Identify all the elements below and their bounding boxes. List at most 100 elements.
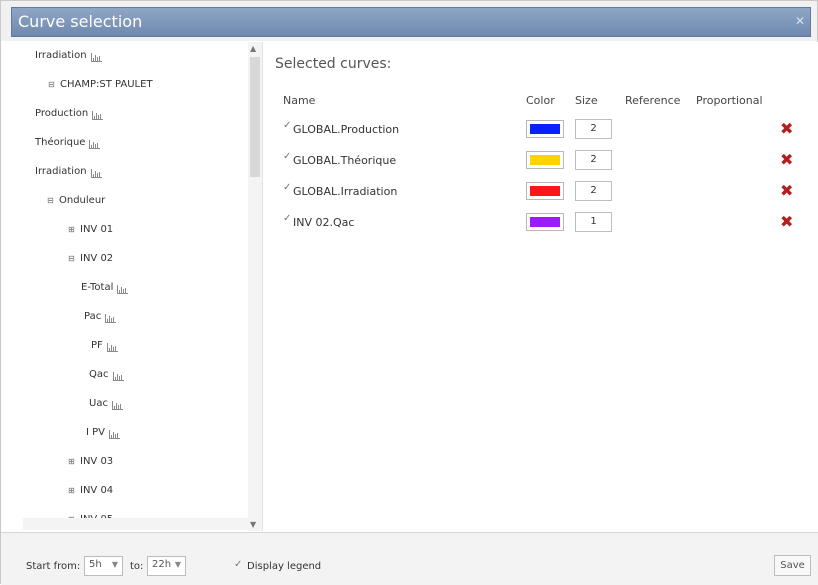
tree-item-label: Uac bbox=[89, 398, 108, 409]
close-icon[interactable]: ✕ bbox=[795, 14, 805, 28]
scroll-up-icon[interactable]: ▲ bbox=[250, 44, 256, 53]
footer-bar: Start from: 5h ▼ to: 22h ▼ ✓ Display leg… bbox=[1, 532, 818, 585]
tree-item[interactable]: I PV bbox=[86, 427, 120, 439]
chart-icon bbox=[112, 371, 124, 381]
tree-item[interactable]: Théorique bbox=[35, 137, 101, 149]
curve-name: GLOBAL.Production bbox=[293, 123, 400, 136]
start-hour-value: 5h bbox=[89, 559, 102, 570]
window-title: Curve selection bbox=[18, 12, 143, 31]
curve-size-input[interactable]: 2 bbox=[575, 150, 612, 170]
chart-icon bbox=[105, 313, 117, 323]
selected-curve-row: ✓ GLOBAL.Théorique 2 ✖ bbox=[263, 150, 818, 173]
curve-color-swatch bbox=[530, 186, 560, 196]
selected-curves-title: Selected curves: bbox=[275, 56, 392, 72]
scroll-down-icon[interactable]: ▼ bbox=[250, 520, 256, 529]
expand-icon[interactable]: ⊞ bbox=[68, 486, 76, 495]
selected-curve-row: ✓ INV 02.Qac 1 ✖ bbox=[263, 212, 818, 235]
tree-item-label: INV 01 bbox=[80, 224, 114, 235]
display-legend-label: Display legend bbox=[247, 561, 322, 572]
curve-name: GLOBAL.Théorique bbox=[293, 154, 397, 167]
curve-color-picker[interactable] bbox=[526, 182, 564, 200]
chart-icon bbox=[89, 139, 101, 149]
end-hour-value: 22h bbox=[152, 559, 172, 570]
selected-curve-row: ✓ GLOBAL.Irradiation 2 ✖ bbox=[263, 181, 818, 204]
display-legend-checkbox[interactable]: ✓ bbox=[234, 559, 242, 570]
curve-checkmark-icon: ✓ bbox=[283, 151, 292, 162]
delete-icon[interactable]: ✖ bbox=[780, 152, 793, 168]
tree-item-label: Irradiation bbox=[35, 166, 87, 177]
tree-item-label: Onduleur bbox=[59, 195, 106, 206]
tree-item[interactable]: Irradiation bbox=[35, 166, 102, 178]
curve-size-input[interactable]: 1 bbox=[575, 212, 612, 232]
tree-item-label: INV 02 bbox=[80, 253, 114, 264]
tree-item[interactable]: Production bbox=[35, 108, 104, 120]
end-hour-select[interactable]: 22h ▼ bbox=[147, 556, 186, 576]
curve-selection-dialog: Curve selection ✕ Irradiation ⊟ CHAMP:ST P… bbox=[0, 0, 818, 585]
curve-color-picker[interactable] bbox=[526, 151, 564, 169]
delete-icon[interactable]: ✖ bbox=[780, 121, 793, 137]
size-header: Size bbox=[575, 94, 598, 107]
curve-checkmark-icon: ✓ bbox=[283, 213, 292, 224]
tree-item-label: Irradiation bbox=[35, 50, 87, 61]
vertical-scrollbar[interactable]: ▲ ▼ bbox=[248, 42, 262, 531]
titlebar: Curve selection ✕ bbox=[1, 1, 817, 41]
tree-item[interactable]: PF bbox=[91, 340, 118, 352]
tree-item-label: I PV bbox=[86, 427, 105, 438]
name-header: Name bbox=[283, 94, 316, 107]
tree-item[interactable]: ⊟ CHAMP:ST PAULET bbox=[48, 79, 153, 90]
tree-item[interactable]: ⊟ Onduleur bbox=[47, 195, 105, 206]
curve-checkmark-icon: ✓ bbox=[283, 120, 292, 131]
start-from-label: Start from: bbox=[26, 561, 81, 572]
curve-name: GLOBAL.Irradiation bbox=[293, 185, 398, 198]
color-header: Color bbox=[526, 94, 555, 107]
selected-curve-row: ✓ GLOBAL.Production 2 ✖ bbox=[263, 119, 818, 142]
chart-icon bbox=[106, 342, 118, 352]
tree-item[interactable]: Uac bbox=[89, 398, 123, 410]
proportional-header: Proportional bbox=[696, 94, 763, 107]
tree-item[interactable]: ⊞ INV 04 bbox=[68, 485, 113, 496]
delete-icon[interactable]: ✖ bbox=[780, 183, 793, 199]
expand-icon[interactable]: ⊞ bbox=[68, 225, 76, 234]
collapse-icon[interactable]: ⊟ bbox=[48, 80, 56, 89]
chevron-down-icon: ▼ bbox=[111, 560, 118, 569]
tree-item-label: Pac bbox=[84, 311, 102, 322]
titlebar-inner: Curve selection ✕ bbox=[11, 7, 811, 37]
curve-size-input[interactable]: 2 bbox=[575, 119, 612, 139]
save-button[interactable]: Save bbox=[774, 555, 811, 576]
horizontal-scrollbar[interactable] bbox=[23, 518, 248, 530]
curve-tree-panel: Irradiation ⊟ CHAMP:ST PAULET Production Thé… bbox=[23, 42, 263, 531]
tree-item[interactable]: Qac bbox=[89, 369, 124, 381]
curve-color-swatch bbox=[530, 155, 560, 165]
collapse-icon[interactable]: ⊟ bbox=[47, 196, 55, 205]
start-hour-select[interactable]: 5h ▼ bbox=[84, 556, 123, 576]
expand-icon[interactable]: ⊞ bbox=[68, 457, 76, 466]
to-label: to: bbox=[130, 561, 144, 572]
tree-item[interactable]: Irradiation bbox=[35, 50, 102, 62]
tree-item-label: PF bbox=[91, 340, 103, 351]
tree-item-label: Production bbox=[35, 108, 89, 119]
tree-item[interactable]: E-Total bbox=[81, 282, 129, 294]
tree-item[interactable]: ⊞ INV 01 bbox=[68, 224, 113, 235]
curve-checkmark-icon: ✓ bbox=[283, 182, 292, 193]
scroll-thumb[interactable] bbox=[250, 57, 260, 177]
reference-header: Reference bbox=[625, 94, 681, 107]
tree-item[interactable]: Pac bbox=[84, 311, 117, 323]
chart-icon bbox=[90, 168, 102, 178]
collapse-icon[interactable]: ⊟ bbox=[68, 254, 76, 263]
curve-size-input[interactable]: 2 bbox=[575, 181, 612, 201]
selected-curves-panel: Selected curves: Name Color Size Referen… bbox=[263, 42, 818, 532]
tree-item-label: Qac bbox=[89, 369, 109, 380]
tree-item-label: CHAMP:ST PAULET bbox=[60, 79, 153, 90]
delete-icon[interactable]: ✖ bbox=[780, 214, 793, 230]
chart-icon bbox=[111, 400, 123, 410]
chart-icon bbox=[90, 52, 102, 62]
chart-icon bbox=[117, 284, 129, 294]
tree-item[interactable]: ⊟ INV 02 bbox=[68, 253, 113, 264]
curve-color-picker[interactable] bbox=[526, 213, 564, 231]
curve-color-picker[interactable] bbox=[526, 120, 564, 138]
chart-icon bbox=[92, 110, 104, 120]
chevron-down-icon: ▼ bbox=[174, 560, 181, 569]
tree-item-label: INV 03 bbox=[80, 456, 114, 467]
curve-color-swatch bbox=[530, 124, 560, 134]
tree-item[interactable]: ⊞ INV 03 bbox=[68, 456, 113, 467]
